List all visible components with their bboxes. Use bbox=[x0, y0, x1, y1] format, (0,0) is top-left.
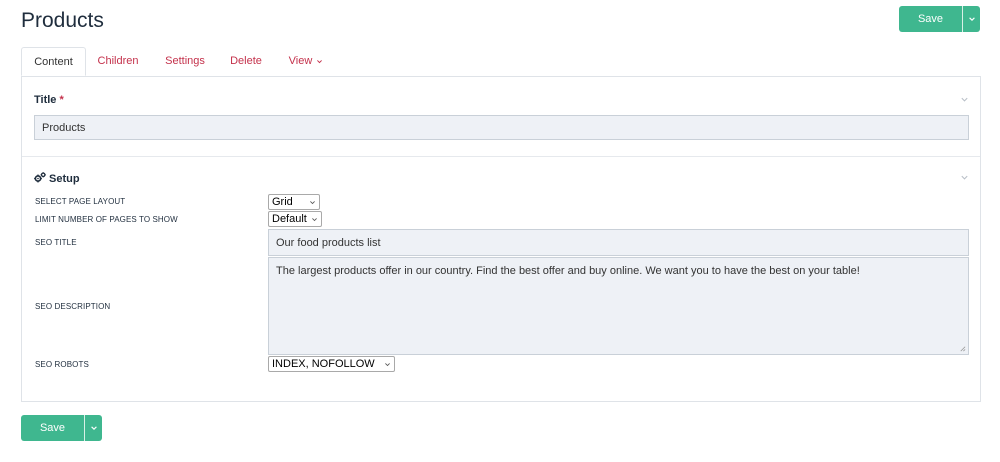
setup-heading-label: Setup bbox=[49, 173, 80, 185]
save-split-button-bottom: Save bbox=[21, 415, 102, 441]
setup-section-heading: Setup bbox=[34, 172, 80, 185]
tab-delete[interactable]: Delete bbox=[226, 47, 266, 76]
chevron-down-icon bbox=[968, 10, 976, 28]
chevron-down-icon bbox=[316, 58, 323, 65]
save-options-button[interactable] bbox=[84, 415, 102, 441]
setup-section-collapse-toggle[interactable] bbox=[960, 173, 969, 182]
tab-content[interactable]: Content bbox=[21, 47, 86, 76]
seo-title-label: SEO TITLE bbox=[35, 238, 77, 247]
tab-view-label: View bbox=[288, 55, 313, 67]
tab-view[interactable]: View bbox=[286, 47, 326, 76]
title-input[interactable]: Products bbox=[34, 115, 969, 140]
seo-title-input[interactable]: Our food products list bbox=[268, 229, 969, 256]
save-button[interactable]: Save bbox=[21, 415, 84, 441]
chevron-down-icon bbox=[960, 95, 969, 104]
seo-description-textarea[interactable]: The largest products offer in our countr… bbox=[268, 257, 969, 355]
resize-handle-icon[interactable] bbox=[959, 345, 966, 352]
tab-settings[interactable]: Settings bbox=[162, 47, 208, 76]
chevron-down-icon bbox=[311, 216, 318, 223]
seo-description-label: SEO DESCRIPTION bbox=[35, 302, 111, 311]
seo-robots-label: SEO ROBOTS bbox=[35, 360, 89, 369]
title-section-heading: Title * bbox=[34, 94, 64, 106]
save-button[interactable]: Save bbox=[899, 6, 962, 32]
title-section-collapse-toggle[interactable] bbox=[960, 95, 969, 104]
chevron-down-icon bbox=[90, 419, 98, 437]
seo-robots-select-value: INDEX, NOFOLLOW bbox=[272, 358, 375, 370]
chevron-down-icon bbox=[960, 173, 969, 182]
pages-limit-select-value: Default bbox=[272, 213, 307, 225]
section-divider bbox=[22, 156, 980, 157]
seo-robots-select[interactable]: INDEX, NOFOLLOW bbox=[268, 356, 395, 372]
pages-limit-label: LIMIT NUMBER OF PAGES TO SHOW bbox=[35, 215, 178, 224]
layout-label: SELECT PAGE LAYOUT bbox=[35, 197, 126, 206]
required-marker: * bbox=[59, 94, 64, 106]
chevron-down-icon bbox=[384, 361, 391, 368]
title-heading-label: Title bbox=[34, 94, 57, 106]
seo-description-text: The largest products offer in our countr… bbox=[276, 265, 860, 277]
tab-bar: Content Children Settings Delete View bbox=[21, 47, 981, 77]
page-title: Products bbox=[21, 9, 104, 32]
save-options-button[interactable] bbox=[962, 6, 980, 32]
save-split-button-top: Save bbox=[899, 6, 980, 32]
pages-limit-select[interactable]: Default bbox=[268, 211, 322, 227]
tab-children[interactable]: Children bbox=[93, 47, 143, 76]
gears-icon bbox=[34, 172, 46, 183]
layout-select-value: Grid bbox=[272, 196, 293, 208]
layout-select[interactable]: Grid bbox=[268, 194, 320, 210]
content-panel: Title * Products Setup SELECT PAGE LAYOU… bbox=[21, 76, 981, 402]
chevron-down-icon bbox=[309, 199, 316, 206]
